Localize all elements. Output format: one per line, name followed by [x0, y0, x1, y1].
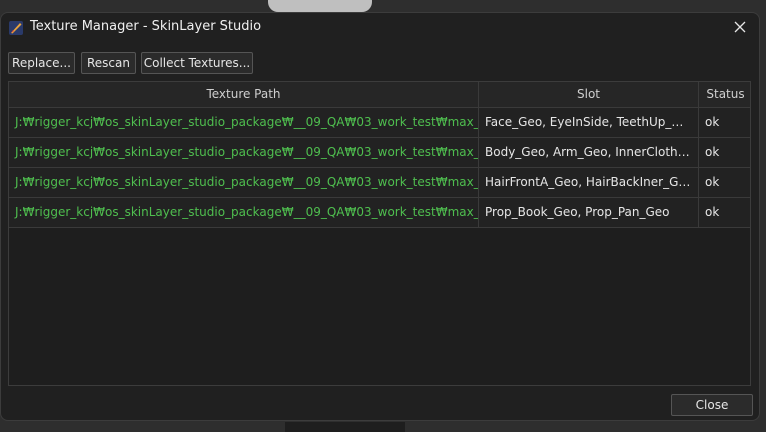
- texture-table[interactable]: Texture Path Slot Status J:₩rigger_kcj₩o…: [8, 81, 751, 386]
- rescan-button[interactable]: Rescan: [81, 52, 136, 74]
- column-header-slot[interactable]: Slot: [479, 82, 699, 107]
- table-row[interactable]: J:₩rigger_kcj₩os_skinLayer_studio_packag…: [9, 108, 750, 138]
- title-bar: Texture Manager - SkinLayer Studio: [1, 13, 759, 43]
- close-icon[interactable]: [729, 16, 751, 38]
- slot-cell: Prop_Book_Geo, Prop_Pan_Geo: [479, 198, 699, 227]
- texture-path-cell: J:₩rigger_kcj₩os_skinLayer_studio_packag…: [9, 168, 479, 197]
- collect-textures-button[interactable]: Collect Textures...: [141, 52, 253, 74]
- status-cell: ok: [705, 145, 720, 159]
- slot-cell: Body_Geo, Arm_Geo, InnerCloth_Geo...: [479, 138, 699, 167]
- texture-path-cell: J:₩rigger_kcj₩os_skinLayer_studio_packag…: [9, 198, 479, 227]
- table-row[interactable]: J:₩rigger_kcj₩os_skinLayer_studio_packag…: [9, 168, 750, 198]
- table-header: Texture Path Slot Status: [9, 82, 750, 108]
- status-cell: ok: [705, 115, 720, 129]
- background-model-shape: [268, 0, 372, 12]
- texture-path-cell: J:₩rigger_kcj₩os_skinLayer_studio_packag…: [9, 138, 479, 167]
- column-header-status[interactable]: Status: [699, 82, 750, 107]
- status-cell: ok: [705, 205, 720, 219]
- feather-pen-icon: [9, 20, 23, 35]
- status-cell: ok: [705, 175, 720, 189]
- table-row[interactable]: J:₩rigger_kcj₩os_skinLayer_studio_packag…: [9, 198, 750, 228]
- texture-path-cell: J:₩rigger_kcj₩os_skinLayer_studio_packag…: [9, 108, 479, 137]
- column-header-texture-path[interactable]: Texture Path: [9, 82, 479, 107]
- close-button[interactable]: Close: [671, 394, 753, 416]
- window-title: Texture Manager - SkinLayer Studio: [30, 19, 262, 34]
- slot-cell: Face_Geo, EyeInSide, TeethUp_Geo, ...: [479, 108, 699, 137]
- table-row[interactable]: J:₩rigger_kcj₩os_skinLayer_studio_packag…: [9, 138, 750, 168]
- replace-button[interactable]: Replace...: [8, 52, 75, 74]
- texture-manager-dialog: Texture Manager - SkinLayer Studio Repla…: [0, 12, 760, 421]
- background-model-shape-bottom: [285, 422, 405, 432]
- slot-cell: HairFrontA_Geo, HairBackIner_Geo, ...: [479, 168, 699, 197]
